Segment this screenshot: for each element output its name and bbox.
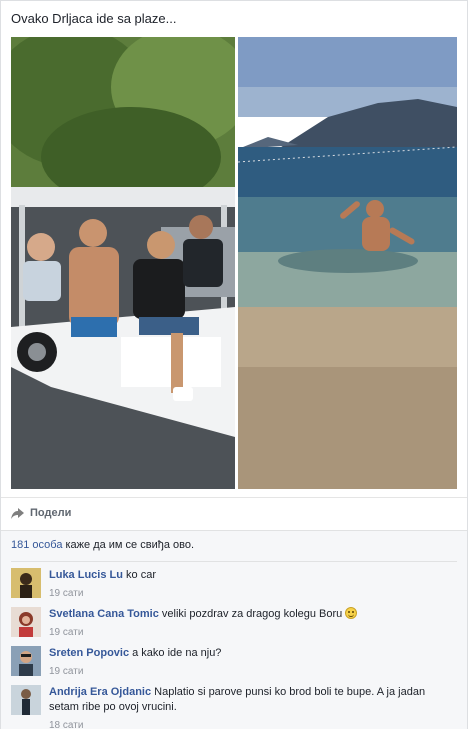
- comment-author[interactable]: Svetlana Cana Tomic: [49, 608, 159, 620]
- action-bar: Подели: [1, 497, 467, 530]
- photo-collage[interactable]: [11, 37, 457, 489]
- photo-golf-cart[interactable]: [11, 37, 235, 489]
- comment-timestamp[interactable]: 19 сати: [49, 586, 457, 601]
- avatar[interactable]: [11, 685, 41, 715]
- divider: [11, 561, 457, 562]
- comment-text: ko car: [122, 569, 156, 581]
- comment-timestamp[interactable]: 19 сати: [49, 625, 457, 640]
- avatar[interactable]: [11, 646, 41, 676]
- post-card: Ovako Drljaca ide sa plaze... Подели 181…: [0, 0, 468, 731]
- post-caption: Ovako Drljaca ide sa plaze...: [11, 11, 177, 26]
- likes-text: каже да им се свиђа ово.: [62, 539, 195, 551]
- share-button[interactable]: Подели: [11, 507, 71, 519]
- comment-author[interactable]: Andrija Era Ojdanic: [49, 686, 151, 698]
- photo-beach[interactable]: [238, 37, 457, 489]
- likes-count-link[interactable]: 181 особа: [11, 539, 62, 551]
- comment-timestamp[interactable]: 19 сати: [49, 664, 457, 679]
- smiley-emoji-icon: [345, 607, 358, 619]
- comment-author[interactable]: Luka Lucis Lu: [49, 569, 123, 581]
- share-label: Подели: [30, 507, 72, 519]
- avatar[interactable]: [11, 568, 41, 598]
- avatar[interactable]: [11, 607, 41, 637]
- share-arrow-icon: [11, 507, 24, 519]
- comment-text: a kako ide na nju?: [129, 647, 222, 659]
- comment-text: veliki pozdrav za dragog kolegu Boru: [158, 608, 346, 620]
- likes-summary: 181 особа каже да им се свиђа ово.: [11, 539, 194, 551]
- comments-section: 181 особа каже да им се свиђа ово. Luka …: [1, 530, 467, 731]
- comment-author[interactable]: Sreten Popovic: [49, 647, 129, 659]
- comment-timestamp[interactable]: 18 сати: [49, 718, 457, 733]
